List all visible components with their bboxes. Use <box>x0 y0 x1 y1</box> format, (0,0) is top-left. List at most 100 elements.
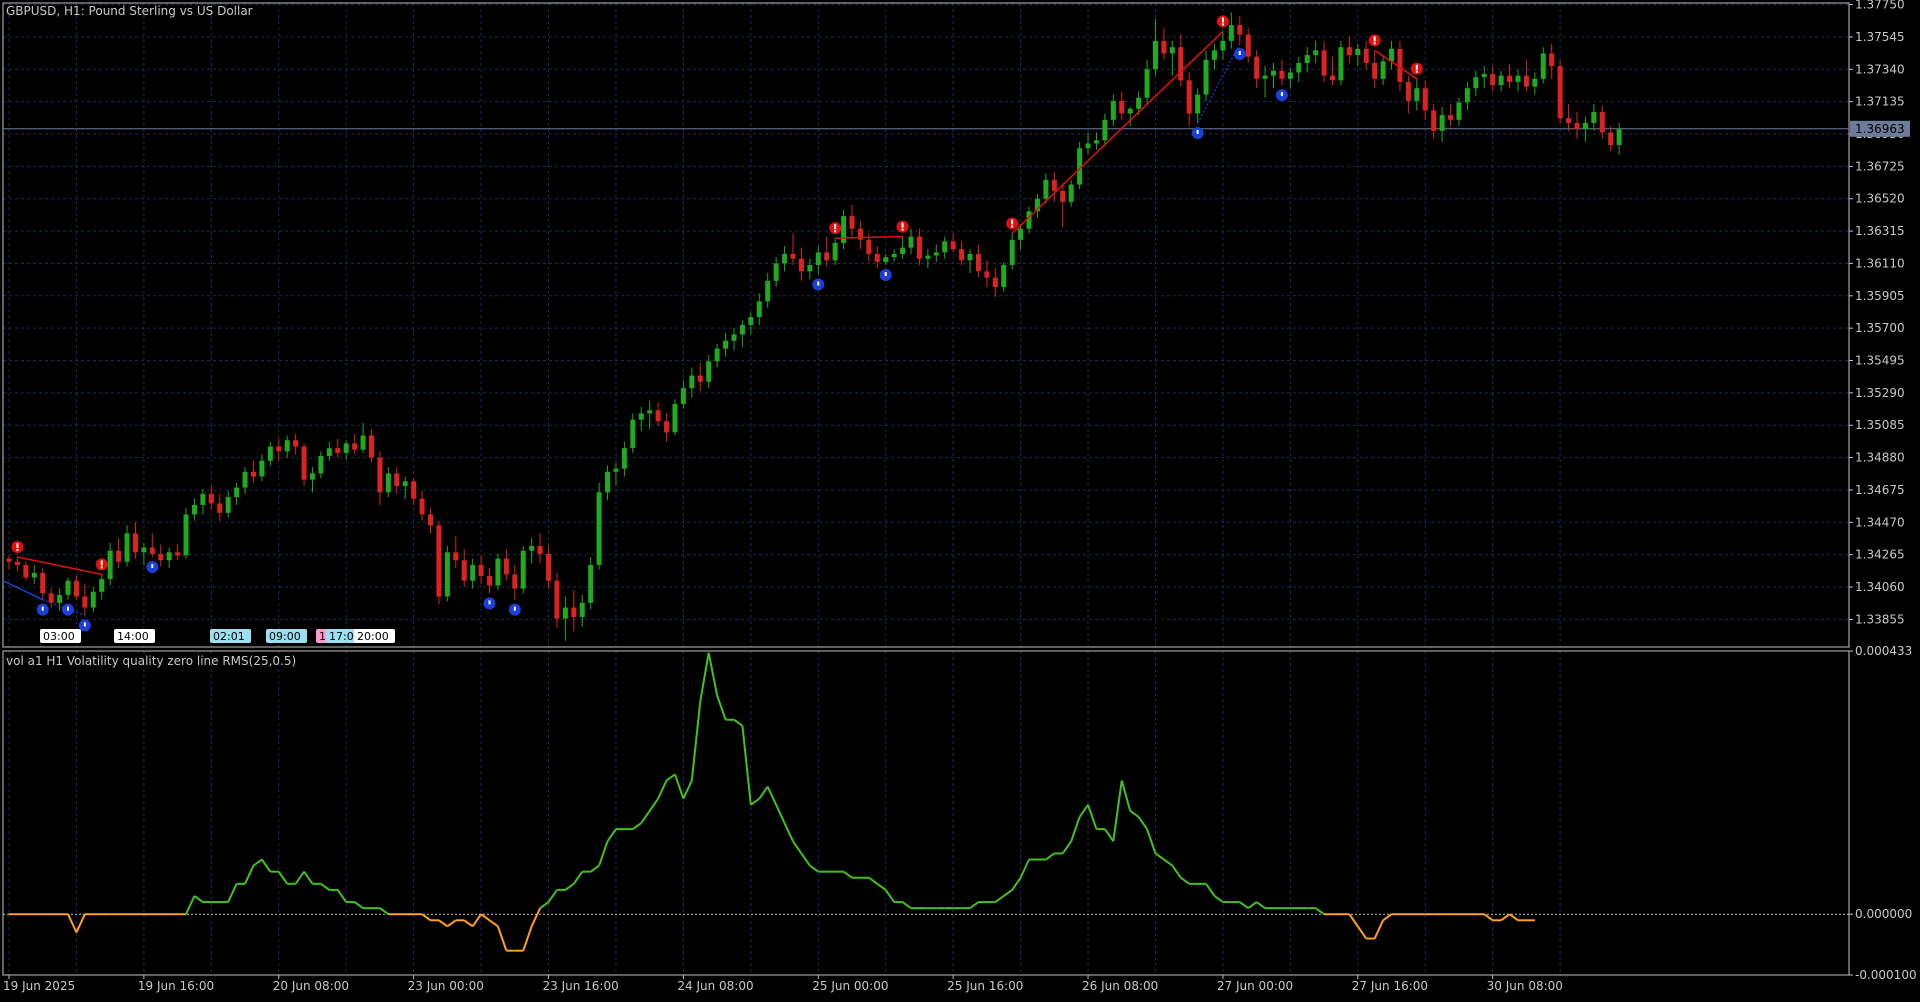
candle-body <box>242 471 248 488</box>
oscillator-segment <box>665 773 676 782</box>
trading-chart[interactable]: 1.377501.375451.373401.371351.369301.367… <box>0 0 1920 998</box>
candle-body <box>706 361 712 382</box>
oscillator-segment <box>1239 901 1249 909</box>
signal-markers <box>11 15 1423 632</box>
oscillator-segment <box>809 864 819 873</box>
bull-candle <box>65 577 71 600</box>
indicator-title: vol a1 H1 Volatility quality zero line R… <box>6 654 296 668</box>
price-tick-label: 1.36315 <box>1855 224 1905 238</box>
candle-body <box>1161 40 1167 54</box>
sell-signal-marker <box>829 222 842 235</box>
candle-body <box>368 435 374 458</box>
oscillator-segment <box>227 883 238 903</box>
oscillator-segment <box>640 810 651 824</box>
bull-candle <box>343 440 349 460</box>
oscillator-segment <box>1163 858 1173 867</box>
buy-signal-marker <box>483 597 496 610</box>
candle-body <box>1203 59 1209 95</box>
candle-body <box>866 239 872 254</box>
candle-body <box>1321 50 1327 76</box>
oscillator-segment <box>1213 895 1224 903</box>
sell-signal-glyph <box>100 560 103 566</box>
price-tick-label: 1.34880 <box>1855 451 1905 465</box>
bear-candle <box>1549 44 1555 79</box>
oscillator-segment <box>1315 907 1325 916</box>
candle-body <box>571 607 577 618</box>
candle-body <box>1405 81 1411 101</box>
candle-body <box>638 413 644 420</box>
buy-signal-glyph <box>83 622 86 627</box>
bull-candle <box>680 380 686 409</box>
oscillator-segment <box>876 883 887 891</box>
oscillator-segment <box>564 883 575 891</box>
oscillator-segment <box>320 883 330 891</box>
candle-body <box>1169 47 1175 54</box>
bull-candle <box>1195 88 1201 123</box>
buy-signal-glyph <box>817 281 820 286</box>
oscillator-segment <box>539 901 550 909</box>
bear-candle <box>1372 50 1378 89</box>
sell-signal-marker <box>95 558 108 571</box>
bear-candle <box>217 493 223 521</box>
oscillator-segment <box>1348 913 1359 927</box>
oscillator-segment <box>1045 852 1055 861</box>
candle-body <box>1414 88 1420 101</box>
bull-candle <box>1203 50 1209 101</box>
oscillator-segment <box>294 871 305 885</box>
bear-candle <box>664 413 670 442</box>
session-label: 17:0 <box>329 630 354 643</box>
bear-candle <box>571 590 577 632</box>
bear-candle <box>175 544 181 561</box>
bull-candle <box>1211 44 1217 70</box>
candle-body <box>697 375 703 382</box>
oscillator-segment <box>1256 901 1266 909</box>
bull-candle <box>613 462 619 486</box>
price-tick-label: 1.35905 <box>1855 289 1905 303</box>
bull-candle <box>841 209 847 250</box>
session-label: 09:00 <box>269 630 301 643</box>
bull-candle <box>1591 104 1597 131</box>
candle-body <box>689 375 695 389</box>
oscillator-segment <box>1205 883 1216 897</box>
bear-candle <box>1608 126 1614 152</box>
oscillator-segment <box>606 828 617 842</box>
candle-body <box>798 258 804 272</box>
buy-signal-marker <box>36 603 49 616</box>
candle-body <box>664 421 670 433</box>
candle-body <box>680 388 686 404</box>
oscillator-segment <box>488 919 499 928</box>
bear-candle <box>790 233 796 266</box>
bull-candle <box>1338 40 1344 86</box>
bear-candle <box>1448 104 1454 127</box>
candle-body <box>647 410 653 414</box>
bull-candle <box>259 454 265 482</box>
bull-candle <box>1439 107 1445 142</box>
price-tick-label: 1.34060 <box>1855 580 1905 594</box>
candle-body <box>1346 47 1352 56</box>
candle-body <box>605 471 611 493</box>
candle-body <box>1464 88 1470 103</box>
oscillator-segment <box>303 871 314 885</box>
candle-body <box>1271 70 1276 76</box>
candle-body <box>1566 118 1572 123</box>
bull-candle <box>1287 67 1293 89</box>
candle-body <box>1178 47 1184 81</box>
bear-candle <box>1346 36 1352 63</box>
candle-body <box>217 503 223 513</box>
chart-title: GBPUSD, H1: Pound Sterling vs US Dollar <box>6 4 253 18</box>
bull-candle <box>234 482 240 505</box>
oscillator-segment <box>699 652 710 702</box>
candle-body <box>6 558 12 562</box>
buy-signal-glyph <box>41 606 44 611</box>
candle-body <box>546 553 552 581</box>
bear-candle <box>1566 104 1572 131</box>
bull-candle <box>1473 70 1479 97</box>
bear-candle <box>132 522 138 559</box>
candle-body <box>731 334 737 341</box>
bear-candle <box>377 451 383 505</box>
chart-canvas[interactable]: 1.377501.375451.373401.371351.369301.367… <box>0 0 1920 998</box>
candle-body <box>1304 55 1310 63</box>
bear-candle <box>697 362 703 392</box>
candle-body <box>1313 50 1319 56</box>
bear-candle <box>73 575 79 600</box>
